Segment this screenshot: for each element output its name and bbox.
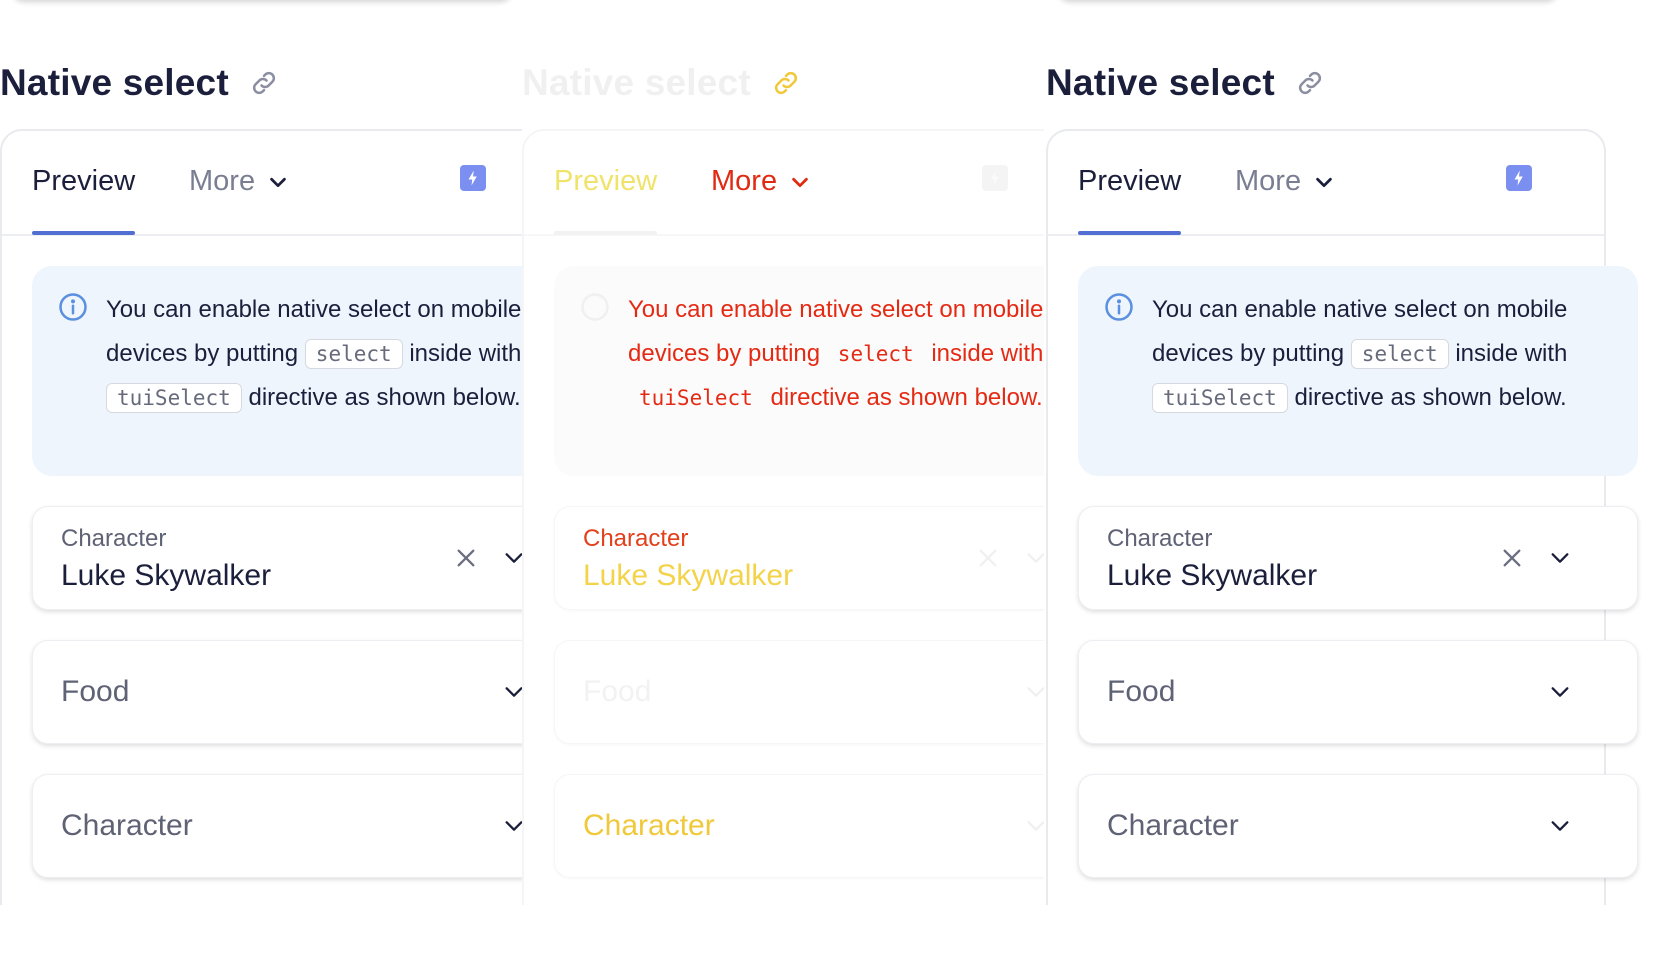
- lightning-icon[interactable]: [982, 165, 1008, 191]
- food-select[interactable]: Food: [1078, 640, 1638, 744]
- chevron-down-icon[interactable]: [503, 547, 522, 569]
- close-icon[interactable]: [1501, 547, 1523, 569]
- chevron-down-icon: [270, 177, 286, 187]
- close-icon[interactable]: [977, 547, 999, 569]
- code-directive: tuiSelect: [1152, 383, 1288, 413]
- field-placeholder: Food: [61, 675, 130, 708]
- chevron-down-icon[interactable]: [1025, 681, 1044, 703]
- demo-card: Preview More You can enable native selec…: [0, 129, 522, 905]
- field-value: Luke Skywalker: [61, 559, 272, 592]
- section-heading: Native select: [1046, 62, 1325, 104]
- tab-preview[interactable]: Preview: [554, 165, 658, 235]
- food-select[interactable]: Food: [32, 640, 522, 744]
- field-placeholder: Food: [1107, 675, 1176, 708]
- notice-text-part: directive as shown below.: [770, 384, 1043, 411]
- field-placeholder: Character: [583, 809, 715, 842]
- notice-text: You can enable native select on mobile d…: [1152, 288, 1632, 420]
- code-select: select: [304, 339, 403, 369]
- tab-bar: Preview More: [1048, 131, 1604, 236]
- character-select[interactable]: Character Luke Skywalker: [554, 506, 1044, 610]
- tab-bar: Preview More: [524, 131, 1044, 236]
- info-notice: You can enable native select on mobile d…: [1078, 266, 1638, 476]
- code-directive: tuiSelect: [106, 383, 242, 413]
- tab-bar: Preview More: [2, 131, 522, 236]
- chevron-down-icon: [1316, 177, 1332, 187]
- code-select: select: [837, 342, 914, 366]
- food-select[interactable]: Food: [554, 640, 1044, 744]
- section-heading: Native select: [0, 62, 279, 104]
- tab-more-label: More: [711, 165, 778, 197]
- demo-column-right: Native select Preview More You can enabl…: [1046, 0, 1680, 905]
- section-heading: Native select: [522, 62, 801, 104]
- notice-text-part: inside with: [409, 340, 522, 367]
- field-label: Character: [61, 525, 167, 552]
- tab-more[interactable]: More: [1235, 165, 1335, 198]
- lightning-icon[interactable]: [460, 165, 486, 191]
- link-icon[interactable]: [249, 68, 279, 98]
- tab-more[interactable]: More: [189, 165, 289, 198]
- code-select: select: [1350, 339, 1449, 369]
- lightning-icon[interactable]: [1506, 165, 1532, 191]
- chevron-down-icon[interactable]: [1549, 815, 1571, 837]
- close-icon[interactable]: [455, 547, 477, 569]
- character-native-select[interactable]: Character: [32, 774, 522, 878]
- link-icon[interactable]: [1295, 68, 1325, 98]
- notice-text-part: inside with: [1455, 340, 1568, 367]
- character-select[interactable]: Character Luke Skywalker: [32, 506, 522, 610]
- tab-more-label: More: [1235, 165, 1302, 197]
- character-native-select[interactable]: Character: [554, 774, 1044, 878]
- field-value: Luke Skywalker: [583, 559, 794, 592]
- chevron-down-icon[interactable]: [1025, 547, 1044, 569]
- chevron-down-icon[interactable]: [1025, 815, 1044, 837]
- tab-preview[interactable]: Preview: [1078, 165, 1182, 235]
- character-native-select[interactable]: Character: [1078, 774, 1638, 878]
- info-notice: You can enable native select on mobile d…: [554, 266, 1044, 476]
- field-value: Luke Skywalker: [1107, 559, 1318, 592]
- chevron-down-icon[interactable]: [503, 815, 522, 837]
- notice-text-part: directive as shown below.: [1294, 384, 1567, 411]
- notice-text-part: inside with: [931, 340, 1044, 367]
- field-label: Character: [1107, 525, 1213, 552]
- info-icon: [580, 292, 610, 322]
- info-notice: You can enable native select on mobile d…: [32, 266, 522, 476]
- chevron-down-icon[interactable]: [1549, 681, 1571, 703]
- section-title: Native select: [522, 62, 751, 103]
- demo-column-left: Native select Preview More You can enabl…: [0, 0, 522, 905]
- link-icon[interactable]: [771, 68, 801, 98]
- tab-preview[interactable]: Preview: [32, 165, 136, 235]
- notice-text-part: directive as shown below.: [248, 384, 521, 411]
- field-placeholder: Food: [583, 675, 652, 708]
- demo-column-middle: Native select Preview More You can enabl…: [522, 0, 1044, 905]
- field-placeholder: Character: [61, 809, 193, 842]
- demo-card: Preview More You can enable native selec…: [1046, 129, 1638, 905]
- section-title: Native select: [0, 62, 229, 103]
- demo-card: Preview More You can enable native selec…: [522, 129, 1044, 905]
- info-icon: [1104, 292, 1134, 322]
- notice-text: You can enable native select on mobile d…: [628, 288, 1044, 420]
- notice-text: You can enable native select on mobile d…: [106, 288, 522, 420]
- info-icon: [58, 292, 88, 322]
- code-directive: tuiSelect: [639, 386, 753, 410]
- chevron-down-icon: [792, 177, 808, 187]
- field-label: Character: [583, 525, 689, 552]
- tab-more[interactable]: More: [711, 165, 811, 198]
- section-title: Native select: [1046, 62, 1275, 103]
- tab-more-label: More: [189, 165, 256, 197]
- chevron-down-icon[interactable]: [1549, 547, 1571, 569]
- field-placeholder: Character: [1107, 809, 1239, 842]
- chevron-down-icon[interactable]: [503, 681, 522, 703]
- character-select[interactable]: Character Luke Skywalker: [1078, 506, 1638, 610]
